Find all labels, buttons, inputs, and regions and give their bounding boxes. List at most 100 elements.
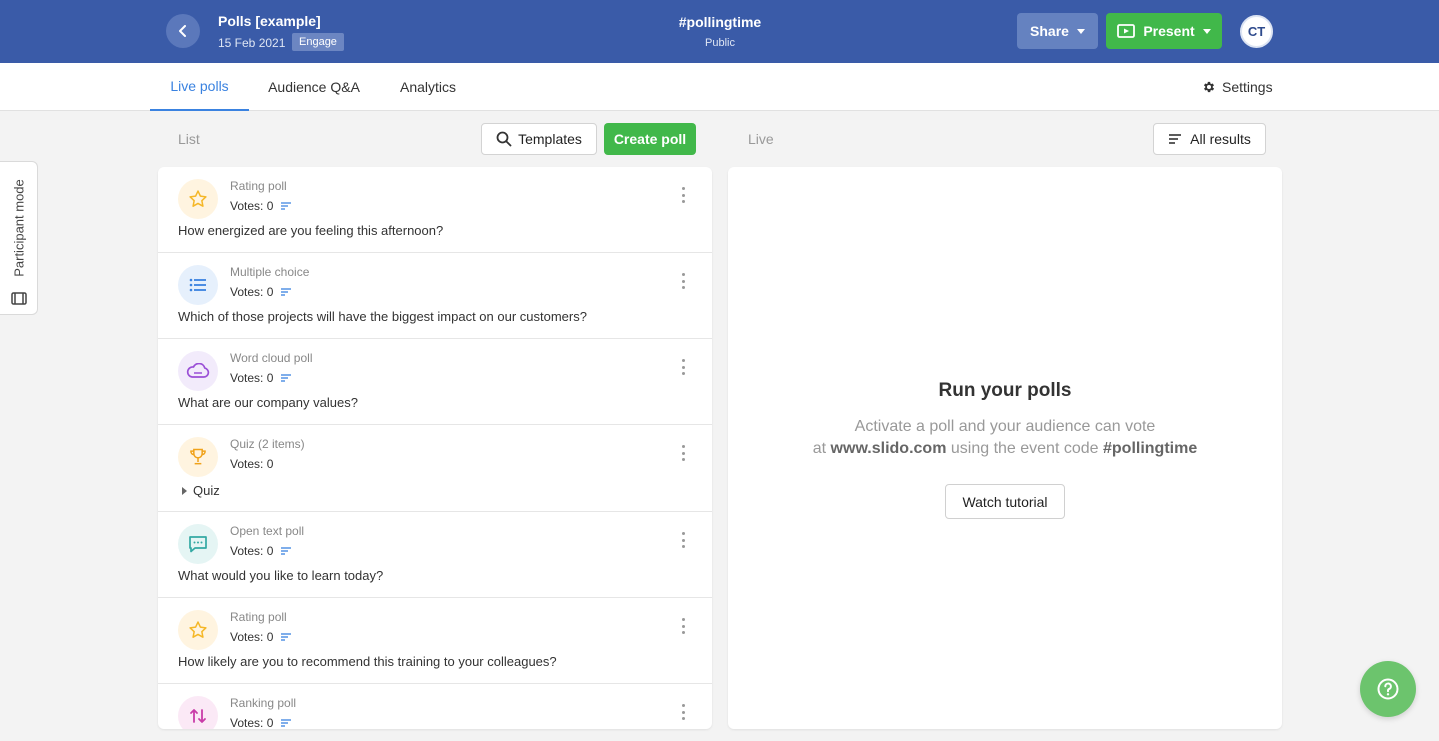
star-icon [178, 610, 218, 650]
more-options-icon[interactable] [678, 359, 688, 375]
star-icon [178, 179, 218, 219]
caret-down-icon [1076, 28, 1085, 34]
participant-mode-label: Participant mode [11, 179, 27, 277]
poll-item[interactable]: Multiple choice Votes: 0 Which of those … [158, 253, 712, 339]
settings-button[interactable]: Settings [1202, 63, 1273, 111]
event-title: Polls [example] [218, 13, 321, 29]
tab-bar: Live polls Audience Q&A Analytics Settin… [0, 63, 1439, 111]
poll-votes: Votes: 0 [230, 285, 292, 299]
poll-type: Word cloud poll [230, 351, 313, 365]
caret-down-icon [1202, 28, 1211, 34]
trophy-icon [178, 437, 218, 477]
list-heading: List [178, 131, 200, 147]
back-button[interactable] [166, 14, 200, 48]
poll-votes-label: Votes: 0 [230, 371, 274, 385]
quiz-expand-toggle[interactable]: Quiz [182, 483, 220, 498]
live-empty-title: Run your polls [938, 380, 1072, 401]
poll-question: What are our company values? [178, 395, 358, 410]
user-avatar[interactable]: CT [1240, 15, 1273, 48]
poll-item[interactable]: Quiz (2 items) Votes: 0 Quiz [158, 425, 712, 512]
cloud-icon [178, 351, 218, 391]
caret-right-icon [182, 486, 187, 495]
window-icon [11, 292, 27, 305]
settings-label: Settings [1222, 79, 1273, 95]
participant-mode-tab[interactable]: Participant mode [0, 161, 38, 315]
more-options-icon[interactable] [678, 704, 688, 720]
search-icon [496, 131, 512, 147]
results-lines-icon [281, 288, 292, 296]
present-button[interactable]: Present [1106, 13, 1222, 49]
poll-votes: Votes: 0 [230, 199, 292, 213]
live-heading: Live [748, 131, 774, 147]
gear-icon [1203, 81, 1215, 93]
poll-type: Rating poll [230, 610, 287, 624]
poll-item[interactable]: Rating poll Votes: 0 How likely are you … [158, 598, 712, 684]
results-lines-icon [281, 374, 292, 382]
help-button[interactable] [1360, 661, 1416, 717]
live-empty-line1: Activate a poll and your audience can vo… [854, 418, 1156, 435]
live-panel: Run your polls Activate a poll and your … [728, 167, 1282, 729]
more-options-icon[interactable] [678, 445, 688, 461]
present-label: Present [1143, 23, 1195, 39]
event-date: 15 Feb 2021 [218, 36, 286, 50]
more-options-icon[interactable] [678, 532, 688, 548]
all-results-label: All results [1190, 131, 1251, 147]
chat-icon [178, 524, 218, 564]
share-label: Share [1030, 23, 1069, 39]
poll-votes: Votes: 0 [230, 716, 292, 729]
poll-votes-label: Votes: 0 [230, 630, 274, 644]
event-code[interactable]: #pollingtime [620, 14, 820, 30]
plan-badge: Engage [292, 33, 344, 51]
poll-item[interactable]: Word cloud poll Votes: 0 What are our co… [158, 339, 712, 425]
poll-item[interactable]: Rating poll Votes: 0 How energized are y… [158, 167, 712, 253]
poll-question: How energized are you feeling this after… [178, 223, 444, 238]
poll-item[interactable]: Ranking poll Votes: 0 [158, 684, 712, 729]
poll-votes: Votes: 0 [230, 544, 292, 558]
poll-votes-label: Votes: 0 [230, 716, 274, 729]
templates-button[interactable]: Templates [481, 123, 597, 155]
tab-audience-qa[interactable]: Audience Q&A [259, 63, 369, 111]
tab-live-polls[interactable]: Live polls [150, 63, 249, 111]
poll-type: Multiple choice [230, 265, 310, 279]
line2-mid: using the event code [950, 440, 1099, 457]
poll-list: Rating poll Votes: 0 How energized are y… [158, 167, 712, 729]
event-code-highlight: #pollingtime [1103, 440, 1198, 457]
line2-prefix: at [812, 440, 827, 457]
poll-votes: Votes: 0 [230, 630, 292, 644]
present-screen-icon [1117, 24, 1136, 38]
results-lines-icon [281, 633, 292, 641]
poll-type: Quiz (2 items) [230, 437, 305, 451]
help-icon [1377, 678, 1399, 700]
live-empty-line2: at www.slido.com using the event code #p… [728, 438, 1282, 460]
poll-item[interactable]: Open text poll Votes: 0 What would you l… [158, 512, 712, 598]
more-options-icon[interactable] [678, 187, 688, 203]
watch-tutorial-button[interactable]: Watch tutorial [945, 484, 1065, 519]
share-button[interactable]: Share [1017, 13, 1098, 49]
ranking-icon [178, 696, 218, 729]
more-options-icon[interactable] [678, 273, 688, 289]
list-icon [178, 265, 218, 305]
filter-lines-icon [1169, 134, 1182, 144]
all-results-button[interactable]: All results [1153, 123, 1266, 155]
poll-votes-label: Votes: 0 [230, 544, 274, 558]
poll-votes-label: Votes: 0 [230, 199, 274, 213]
poll-votes: Votes: 0 [230, 457, 273, 471]
tab-analytics[interactable]: Analytics [389, 63, 467, 111]
create-poll-button[interactable]: Create poll [604, 123, 696, 155]
results-lines-icon [281, 719, 292, 727]
poll-type: Rating poll [230, 179, 287, 193]
poll-question: Which of those projects will have the bi… [178, 309, 587, 324]
event-privacy: Public [705, 37, 735, 49]
poll-votes: Votes: 0 [230, 371, 292, 385]
chevron-left-icon [179, 25, 186, 37]
poll-question: What would you like to learn today? [178, 568, 384, 583]
quiz-label: Quiz [193, 483, 220, 498]
poll-votes-label: Votes: 0 [230, 285, 274, 299]
poll-question: How likely are you to recommend this tra… [178, 654, 557, 669]
more-options-icon[interactable] [678, 618, 688, 634]
top-bar: Polls [example] 15 Feb 2021 Engage #poll… [0, 0, 1439, 63]
poll-type: Ranking poll [230, 696, 297, 710]
templates-label: Templates [518, 131, 582, 147]
results-lines-icon [281, 547, 292, 555]
results-lines-icon [281, 202, 292, 210]
